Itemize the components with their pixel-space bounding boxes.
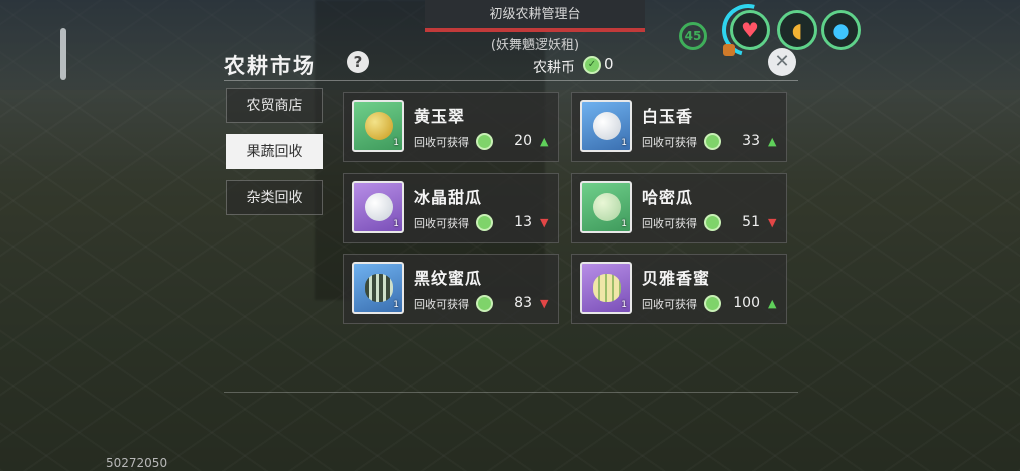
left-drag-handle[interactable] bbox=[60, 28, 66, 80]
tab-label: 杂类回收 bbox=[246, 190, 303, 206]
recycle-value: 100 bbox=[733, 295, 760, 311]
item-card[interactable]: 1 黄玉翠 回收可获得 20 ▲ bbox=[343, 92, 559, 162]
currency-label: 农耕币 bbox=[533, 60, 575, 76]
fruit-icon bbox=[365, 112, 393, 140]
recycle-label: 回收可获得 bbox=[642, 136, 697, 149]
trend-down-icon: ▼ bbox=[768, 216, 777, 229]
recycle-value: 13 bbox=[514, 214, 532, 230]
recycle-value: 20 bbox=[514, 133, 532, 149]
trend-down-icon: ▼ bbox=[540, 216, 549, 229]
trend-up-icon: ▲ bbox=[768, 297, 777, 310]
recycle-value: 51 bbox=[742, 214, 760, 230]
coin-icon bbox=[704, 295, 721, 312]
item-quantity: 1 bbox=[621, 219, 627, 229]
item-thumbnail: 1 bbox=[352, 100, 404, 152]
item-thumbnail: 1 bbox=[580, 181, 632, 233]
help-icon[interactable]: ? bbox=[347, 51, 369, 73]
coin-icon bbox=[704, 133, 721, 150]
fruit-icon bbox=[365, 274, 393, 302]
trend-up-icon: ▲ bbox=[768, 135, 777, 148]
item-quantity: 1 bbox=[393, 138, 399, 148]
item-card[interactable]: 1 贝雅香蜜 回收可获得 100 ▲ bbox=[571, 254, 787, 324]
recycle-label: 回收可获得 bbox=[642, 217, 697, 230]
divider bbox=[224, 80, 798, 81]
item-name: 贝雅香蜜 bbox=[642, 269, 711, 288]
recycle-value: 83 bbox=[514, 295, 532, 311]
item-quantity: 1 bbox=[393, 300, 399, 310]
currency-value: 0 bbox=[604, 55, 614, 73]
item-thumbnail: 1 bbox=[352, 262, 404, 314]
food-icon[interactable]: ◖ bbox=[777, 10, 817, 50]
heart-icon[interactable]: ♥ bbox=[730, 10, 770, 50]
fruit-icon bbox=[593, 193, 621, 221]
divider bbox=[224, 392, 798, 393]
banner-subtitle: (妖舞魉逻妖租) bbox=[490, 38, 580, 53]
water-drop-icon[interactable]: ● bbox=[821, 10, 861, 50]
recycle-label: 回收可获得 bbox=[414, 298, 469, 311]
recycle-label: 回收可获得 bbox=[414, 217, 469, 230]
item-quantity: 1 bbox=[393, 219, 399, 229]
trend-down-icon: ▼ bbox=[540, 297, 549, 310]
item-name: 哈密瓜 bbox=[642, 188, 694, 207]
trend-up-icon: ▲ bbox=[540, 135, 549, 148]
tab-produce-recycle[interactable]: 果蔬回收 bbox=[226, 134, 323, 169]
buff-icon bbox=[723, 44, 735, 56]
recycle-label: 回收可获得 bbox=[414, 136, 469, 149]
top-banner: 初级农耕管理台 bbox=[425, 0, 645, 32]
coin-icon: ✓ bbox=[583, 56, 601, 74]
item-card[interactable]: 1 黑纹蜜瓜 回收可获得 83 ▼ bbox=[343, 254, 559, 324]
fruit-icon bbox=[365, 193, 393, 221]
item-name: 黄玉翠 bbox=[414, 107, 466, 126]
item-thumbnail: 1 bbox=[580, 100, 632, 152]
coin-icon bbox=[476, 295, 493, 312]
coin-icon bbox=[476, 214, 493, 231]
tab-label: 果蔬回收 bbox=[246, 144, 303, 160]
recycle-value: 33 bbox=[742, 133, 760, 149]
tab-label: 农贸商店 bbox=[246, 98, 303, 114]
fruit-icon bbox=[593, 112, 621, 140]
item-card[interactable]: 1 冰晶甜瓜 回收可获得 13 ▼ bbox=[343, 173, 559, 243]
item-name: 冰晶甜瓜 bbox=[414, 188, 483, 207]
item-thumbnail: 1 bbox=[580, 262, 632, 314]
item-thumbnail: 1 bbox=[352, 181, 404, 233]
item-quantity: 1 bbox=[621, 300, 627, 310]
panel-title: 农耕市场 bbox=[224, 54, 316, 78]
recycle-label: 回收可获得 bbox=[642, 298, 697, 311]
item-quantity: 1 bbox=[621, 138, 627, 148]
compass-icon[interactable]: 45 bbox=[679, 22, 707, 50]
item-card[interactable]: 1 哈密瓜 回收可获得 51 ▼ bbox=[571, 173, 787, 243]
coin-icon bbox=[704, 214, 721, 231]
item-card[interactable]: 1 白玉香 回收可获得 33 ▲ bbox=[571, 92, 787, 162]
build-id: 50272050 bbox=[106, 456, 168, 470]
coin-icon bbox=[476, 133, 493, 150]
tab-market-shop[interactable]: 农贸商店 bbox=[226, 88, 323, 123]
fruit-icon bbox=[593, 274, 621, 302]
item-name: 黑纹蜜瓜 bbox=[414, 269, 483, 288]
banner-title: 初级农耕管理台 bbox=[489, 7, 581, 22]
item-name: 白玉香 bbox=[642, 107, 694, 126]
tab-misc-recycle[interactable]: 杂类回收 bbox=[226, 180, 323, 215]
close-icon[interactable]: ✕ bbox=[768, 48, 796, 76]
